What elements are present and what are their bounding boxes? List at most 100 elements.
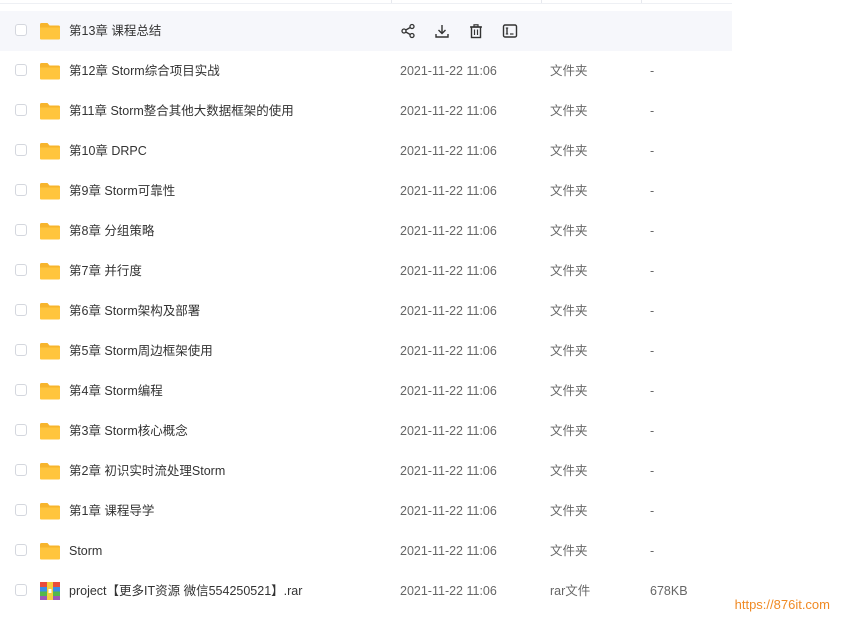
- file-name[interactable]: 第11章 Storm整合其他大数据框架的使用: [69, 91, 294, 131]
- file-name[interactable]: 第3章 Storm核心概念: [69, 411, 188, 451]
- file-type: 文件夹: [550, 304, 588, 318]
- file-name[interactable]: 第10章 DRPC: [69, 131, 147, 171]
- file-name[interactable]: project【更多IT资源 微信554250521】.rar: [69, 571, 302, 611]
- row-checkbox[interactable]: [15, 144, 27, 156]
- file-row[interactable]: Storm 2021-11-22 11:06 文件夹 -: [0, 531, 732, 571]
- file-row[interactable]: 第9章 Storm可靠性 2021-11-22 11:06 文件夹 -: [0, 171, 732, 211]
- row-checkbox[interactable]: [15, 24, 27, 36]
- row-checkbox[interactable]: [15, 304, 27, 316]
- file-type: 文件夹: [550, 344, 588, 358]
- file-type: 文件夹: [550, 104, 588, 118]
- file-type: 文件夹: [550, 144, 588, 158]
- folder-icon: [39, 501, 61, 521]
- file-type: 文件夹: [550, 504, 588, 518]
- share-icon[interactable]: [398, 21, 418, 41]
- file-name[interactable]: 第1章 课程导学: [69, 491, 154, 531]
- file-type: 文件夹: [550, 464, 588, 478]
- file-name[interactable]: 第5章 Storm周边框架使用: [69, 331, 213, 371]
- row-checkbox[interactable]: [15, 184, 27, 196]
- file-row[interactable]: project【更多IT资源 微信554250521】.rar 2021-11-2…: [0, 571, 732, 611]
- file-row[interactable]: 第5章 Storm周边框架使用 2021-11-22 11:06 文件夹 -: [0, 331, 732, 371]
- file-row[interactable]: 第10章 DRPC 2021-11-22 11:06 文件夹 -: [0, 131, 732, 171]
- file-type: 文件夹: [550, 64, 588, 78]
- watermark-text: https://876it.com: [734, 597, 830, 612]
- trash-icon[interactable]: [466, 21, 486, 41]
- modified-date: 2021-11-22 11:06: [400, 304, 497, 318]
- row-checkbox[interactable]: [15, 384, 27, 396]
- file-row[interactable]: 第4章 Storm编程 2021-11-22 11:06 文件夹 -: [0, 371, 732, 411]
- folder-icon: [39, 461, 61, 481]
- file-type: rar文件: [550, 584, 591, 598]
- modified-date: 2021-11-22 11:06: [400, 64, 497, 78]
- modified-date: 2021-11-22 11:06: [400, 464, 497, 478]
- file-size: 678KB: [650, 584, 688, 598]
- row-checkbox[interactable]: [15, 104, 27, 116]
- file-size: -: [650, 104, 655, 118]
- row-checkbox[interactable]: [15, 584, 27, 596]
- file-row[interactable]: 第8章 分组策略 2021-11-22 11:06 文件夹 -: [0, 211, 732, 251]
- file-size: -: [650, 344, 655, 358]
- row-checkbox[interactable]: [15, 64, 27, 76]
- file-size: -: [650, 504, 655, 518]
- row-checkbox[interactable]: [15, 544, 27, 556]
- folder-icon: [39, 21, 61, 41]
- file-name[interactable]: 第2章 初识实时流处理Storm: [69, 451, 225, 491]
- file-row[interactable]: 第7章 并行度 2021-11-22 11:06 文件夹 -: [0, 251, 732, 291]
- column-divider[interactable]: [541, 0, 542, 3]
- file-size: -: [650, 224, 655, 238]
- row-checkbox[interactable]: [15, 264, 27, 276]
- file-size: -: [650, 304, 655, 318]
- file-name[interactable]: 第13章 课程总结: [69, 11, 161, 51]
- row-checkbox[interactable]: [15, 424, 27, 436]
- file-row[interactable]: 第2章 初识实时流处理Storm 2021-11-22 11:06 文件夹 -: [0, 451, 732, 491]
- file-row[interactable]: 第6章 Storm架构及部署 2021-11-22 11:06 文件夹 -: [0, 291, 732, 331]
- folder-icon: [39, 101, 61, 121]
- modified-date: 2021-11-22 11:06: [400, 224, 497, 238]
- row-checkbox[interactable]: [15, 224, 27, 236]
- row-checkbox[interactable]: [15, 464, 27, 476]
- file-size: -: [650, 424, 655, 438]
- column-header: [0, 0, 732, 4]
- file-row[interactable]: 第1章 课程导学 2021-11-22 11:06 文件夹 -: [0, 491, 732, 531]
- file-type: 文件夹: [550, 384, 588, 398]
- file-type: 文件夹: [550, 264, 588, 278]
- folder-icon: [39, 541, 61, 561]
- folder-icon: [39, 181, 61, 201]
- modified-date: 2021-11-22 11:06: [400, 544, 497, 558]
- folder-icon: [39, 341, 61, 361]
- file-row[interactable]: 第3章 Storm核心概念 2021-11-22 11:06 文件夹 -: [0, 411, 732, 451]
- file-row[interactable]: 第12章 Storm综合项目实战 2021-11-22 11:06 文件夹 -: [0, 51, 732, 91]
- file-row[interactable]: 第13章 课程总结: [0, 11, 732, 51]
- row-actions: [398, 21, 534, 41]
- column-divider[interactable]: [641, 0, 642, 3]
- modified-date: 2021-11-22 11:06: [400, 504, 497, 518]
- file-type: 文件夹: [550, 224, 588, 238]
- rar-file-icon: [39, 581, 61, 601]
- row-checkbox[interactable]: [15, 344, 27, 356]
- folder-icon: [39, 421, 61, 441]
- file-name[interactable]: Storm: [69, 531, 102, 571]
- modified-date: 2021-11-22 11:06: [400, 264, 497, 278]
- file-name[interactable]: 第12章 Storm综合项目实战: [69, 51, 220, 91]
- modified-date: 2021-11-22 11:06: [400, 424, 497, 438]
- file-size: -: [650, 384, 655, 398]
- file-name[interactable]: 第9章 Storm可靠性: [69, 171, 175, 211]
- file-name[interactable]: 第4章 Storm编程: [69, 371, 163, 411]
- modified-date: 2021-11-22 11:06: [400, 144, 497, 158]
- rename-icon[interactable]: [500, 21, 520, 41]
- file-type: 文件夹: [550, 424, 588, 438]
- modified-date: 2021-11-22 11:06: [400, 344, 497, 358]
- file-name[interactable]: 第8章 分组策略: [69, 211, 154, 251]
- column-divider[interactable]: [391, 0, 392, 3]
- row-checkbox[interactable]: [15, 504, 27, 516]
- modified-date: 2021-11-22 11:06: [400, 184, 497, 198]
- modified-date: 2021-11-22 11:06: [400, 104, 497, 118]
- modified-date: 2021-11-22 11:06: [400, 584, 497, 598]
- file-name[interactable]: 第6章 Storm架构及部署: [69, 291, 200, 331]
- folder-icon: [39, 221, 61, 241]
- file-size: -: [650, 144, 655, 158]
- file-row[interactable]: 第11章 Storm整合其他大数据框架的使用 2021-11-22 11:06 文件…: [0, 91, 732, 131]
- download-icon[interactable]: [432, 21, 452, 41]
- file-name[interactable]: 第7章 并行度: [69, 251, 142, 291]
- file-size: -: [650, 464, 655, 478]
